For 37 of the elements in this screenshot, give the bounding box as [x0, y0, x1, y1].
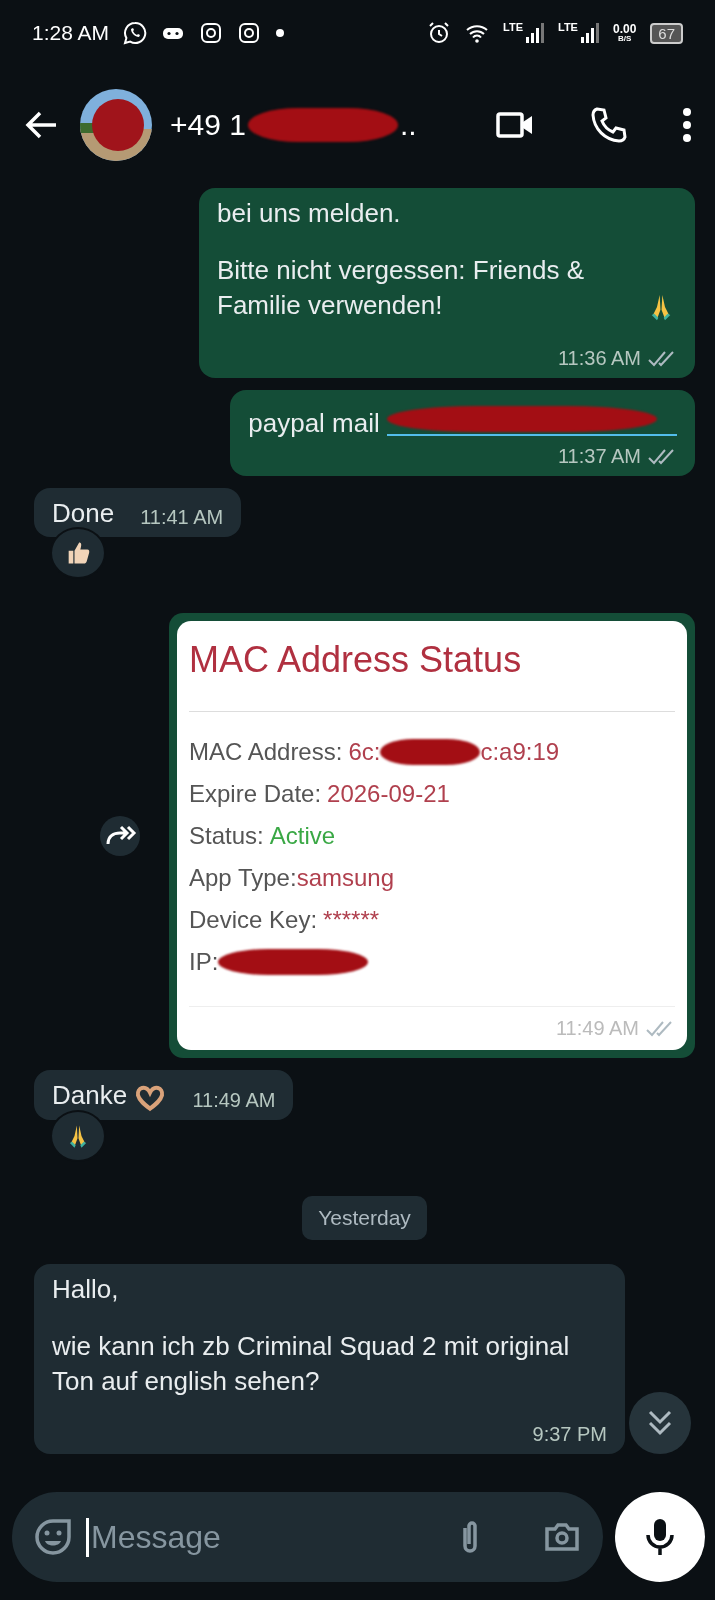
status-time: 1:28 AM — [32, 21, 110, 45]
speed-unit: B/S — [617, 35, 632, 43]
message-text: paypal mail — [248, 408, 380, 439]
field-value: samsung — [296, 864, 395, 893]
message-input[interactable]: Message — [86, 1517, 437, 1557]
message-text: Hallo, — [52, 1273, 119, 1304]
message-time: 11:49 AM — [192, 1087, 276, 1113]
network-speed: 0.00 — [612, 23, 637, 35]
field-label: Expire Date: — [189, 780, 322, 809]
contact-name[interactable]: +49 1 — [170, 108, 246, 142]
field-value: 2026-09-21 — [327, 780, 450, 809]
date-separator: Yesterday — [302, 1195, 427, 1240]
message-time: 11:41 AM — [140, 505, 224, 531]
message-text: Done — [52, 498, 115, 529]
field-label: Device Key: — [189, 906, 318, 935]
field-value: 6c: — [348, 738, 381, 767]
network-label: LTE — [558, 21, 578, 33]
field-value: c:a9:19 — [480, 738, 560, 767]
field-label: App Type: — [189, 864, 297, 893]
message-time: 9:37 PM — [532, 1421, 607, 1447]
field-label: IP: — [189, 948, 219, 977]
field-value: Active — [269, 822, 336, 851]
message-text: wie kann ich zb Criminal Squad 2 mit original Ton auf english sehen? — [52, 1329, 571, 1398]
ellipsis: .. — [399, 108, 417, 142]
message-field[interactable]: Message — [12, 1492, 603, 1582]
network-label: LTE — [503, 21, 523, 33]
field-label: MAC Address: — [189, 738, 343, 767]
card-title: MAC Address Status — [189, 629, 675, 713]
field-value: ****** — [323, 906, 380, 935]
message-text: Danke — [52, 1080, 128, 1111]
field-label: Status: — [189, 822, 264, 851]
battery-indicator: 67 — [650, 22, 683, 44]
message-time: 11:36 AM — [557, 346, 641, 372]
message-time: 11:37 AM — [557, 444, 641, 470]
message-text: Bitte nicht vergessen: Friends & Familie verwenden! — [217, 254, 586, 323]
message-text: bei uns melden. — [217, 198, 401, 228]
message-time: 11:49 AM — [555, 1017, 639, 1041]
